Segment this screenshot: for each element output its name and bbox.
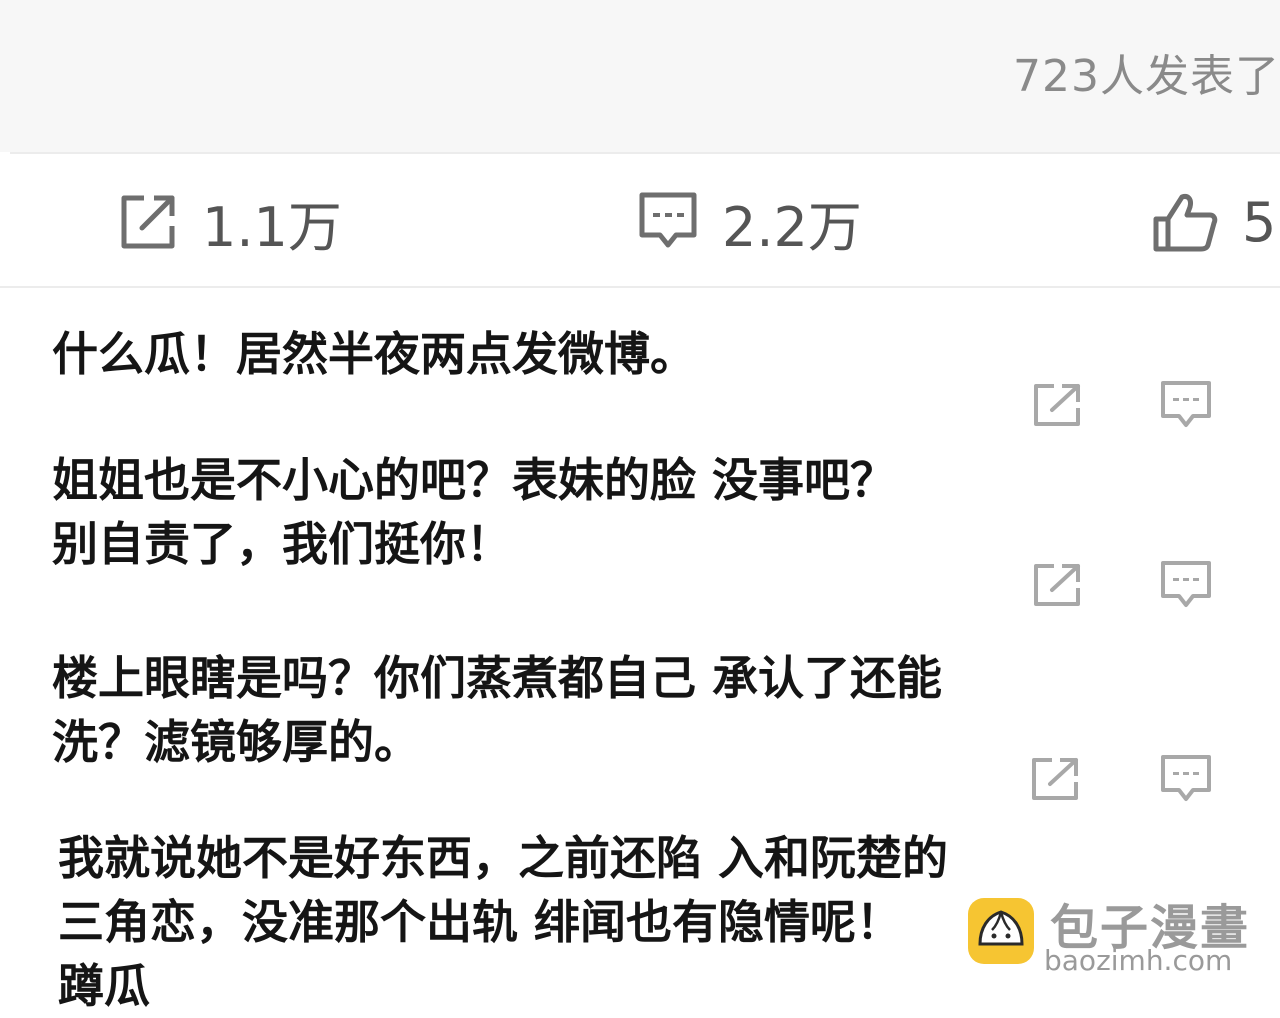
bun-logo-icon — [968, 898, 1034, 964]
like-icon — [1153, 194, 1218, 252]
comment-button[interactable]: 2.2万 — [638, 190, 862, 259]
comment-item: 我就说她不是好东西，之前还陷 入和阮楚的 三角恋，没准那个出轨 绯闻也有隐情呢！… — [58, 826, 948, 1018]
comment-count: 2.2万 — [722, 195, 862, 259]
watermark-url: baozimh.com — [1044, 944, 1233, 977]
repost-icon — [121, 195, 175, 249]
comment-icon[interactable] — [1160, 754, 1212, 804]
comment-text: 姐姐也是不小心的吧？表妹的脸 没事吧？ — [52, 453, 897, 507]
comment-text: 我就说她不是好东西，之前还陷 入和阮楚的 — [58, 831, 949, 885]
comment-item: 姐姐也是不小心的吧？表妹的脸 没事吧？ 别自责了，我们挺你！ — [52, 448, 896, 576]
repost-icon[interactable] — [1032, 562, 1082, 608]
comment-text: 别自责了，我们挺你！ — [52, 517, 512, 571]
comment-item: 什么瓜！居然半夜两点发微博。 — [52, 322, 696, 386]
like-button[interactable]: 5 — [1152, 190, 1276, 254]
comment-text: 蹲瓜 — [58, 959, 150, 1013]
participants-count-text[interactable]: 723人发表了 — [1013, 40, 1280, 104]
repost-button[interactable]: 1.1万 — [118, 190, 342, 259]
comment-icon[interactable] — [1160, 560, 1212, 610]
repost-icon[interactable] — [1030, 756, 1080, 802]
comment-text: 洗？滤镜够厚的。 — [52, 715, 420, 769]
divider — [0, 286, 1280, 288]
repost-count: 1.1万 — [202, 195, 342, 259]
watermark: 包子漫畫 baozimh.com — [966, 888, 1276, 988]
header-area: 723人发表了 — [0, 0, 1280, 152]
comment-icon[interactable] — [1160, 380, 1212, 430]
comment-text: 什么瓜！居然半夜两点发微博。 — [52, 327, 696, 381]
comment-text: 三角恋，没准那个出轨 绯闻也有隐情呢！ — [58, 895, 903, 949]
comment-item: 楼上眼瞎是吗？你们蒸煮都自己 承认了还能 洗？滤镜够厚的。 — [52, 646, 942, 774]
repost-icon[interactable] — [1032, 382, 1082, 428]
comment-text: 楼上眼瞎是吗？你们蒸煮都自己 承认了还能 — [52, 651, 943, 705]
action-bar: 1.1万 2.2万 5 — [0, 154, 1280, 286]
like-count: 5 — [1242, 190, 1277, 254]
comment-icon — [639, 192, 697, 248]
